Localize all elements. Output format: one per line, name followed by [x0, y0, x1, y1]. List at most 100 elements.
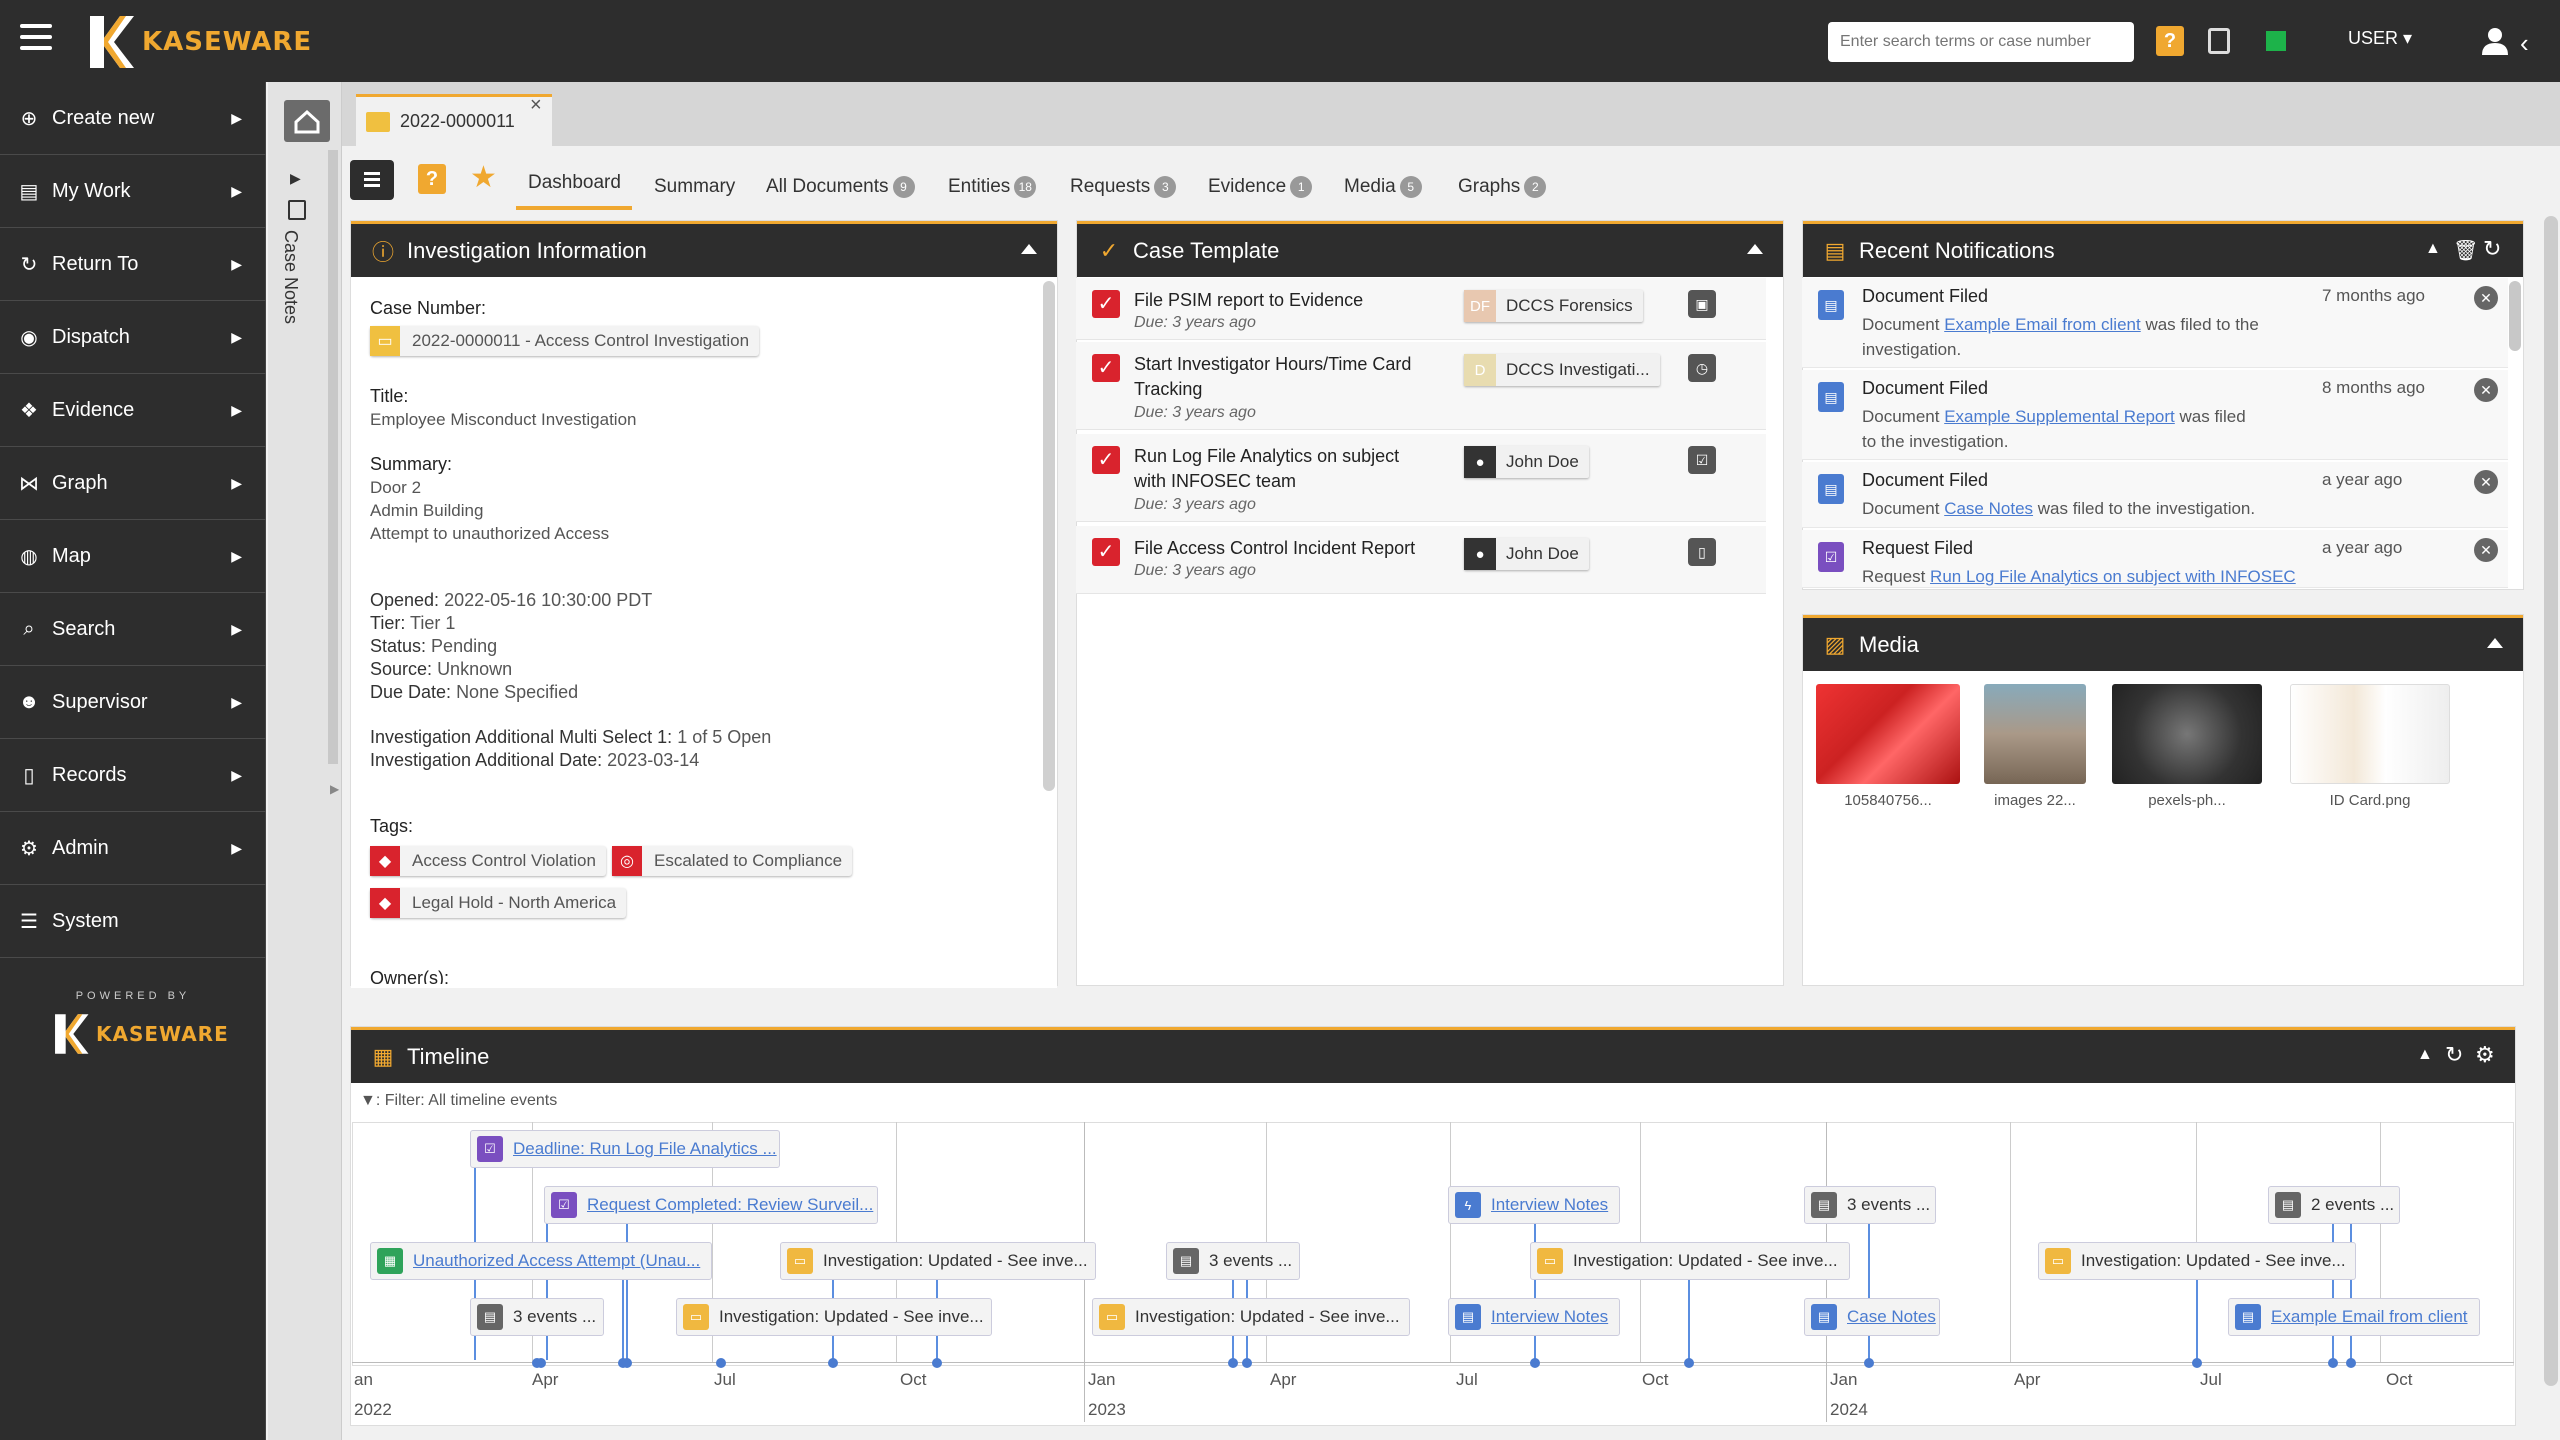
collapse-icon[interactable]	[1747, 244, 1763, 254]
timeline-event[interactable]: ☑ Request Completed: Review Surveil...	[544, 1186, 878, 1224]
refresh-icon[interactable]: ↻	[2445, 1042, 2463, 1068]
checkbox-checked-icon[interactable]: ✓	[1092, 290, 1120, 318]
tab-entities[interactable]: Entities 18	[948, 176, 1037, 198]
collapse-icon[interactable]: ▲	[2425, 240, 2441, 258]
sidebar-item-records[interactable]: ▯ Records ▶	[0, 739, 266, 812]
sidebar-item-system[interactable]: ☰ System	[0, 885, 266, 958]
home-tab[interactable]	[284, 100, 330, 142]
media-thumbnail[interactable]	[1816, 684, 1960, 784]
tab-media[interactable]: Media 5	[1344, 176, 1422, 198]
notification-item[interactable]: ☑ Request Filed Request Run Log File Ana…	[1802, 530, 2508, 588]
drag-handle-icon[interactable]: ▶	[330, 782, 339, 796]
timeline-event[interactable]: ▭ Investigation: Updated - See inve...	[676, 1298, 992, 1336]
hamburger-menu-icon[interactable]	[20, 24, 52, 56]
trash-icon[interactable]: 🗑	[2453, 238, 2478, 263]
event-marker[interactable]	[622, 1358, 632, 1368]
template-task-row[interactable]: ✓ Start Investigator Hours/Time Card Tra…	[1076, 342, 1766, 430]
notification-item[interactable]: ▤ Document Filed Document Example Supple…	[1802, 370, 2508, 460]
timeline-event[interactable]: ▭ Investigation: Updated - See inve...	[1530, 1242, 1850, 1280]
user-menu[interactable]: USER ▾	[2348, 28, 2412, 49]
evidence-icon[interactable]: ▣	[1688, 290, 1716, 318]
timeline-event[interactable]: ▭ Investigation: Updated - See inve...	[2038, 1242, 2356, 1280]
page-scrollbar[interactable]	[2544, 216, 2558, 1386]
sidebar-item-create-new[interactable]: ⊕ Create new ▶	[0, 82, 266, 155]
collapse-icon[interactable]	[2487, 638, 2503, 648]
template-task-row[interactable]: ✓ File Access Control Incident Report Du…	[1076, 526, 1766, 594]
scrollbar[interactable]	[2509, 281, 2521, 351]
assignee-chip[interactable]: ● John Doe	[1464, 446, 1589, 478]
tab-requests[interactable]: Requests 3	[1070, 176, 1177, 198]
case-tab[interactable]: 2022-0000011	[356, 94, 552, 146]
clock-icon[interactable]: ◷	[1688, 354, 1716, 382]
dismiss-icon[interactable]: ✕	[2474, 538, 2498, 562]
case-notes-label[interactable]: Case Notes	[280, 230, 301, 324]
search-input[interactable]	[1828, 22, 2134, 62]
media-thumbnail[interactable]	[2112, 684, 2262, 784]
gear-icon[interactable]: ⚙	[2475, 1042, 2495, 1068]
checkbox-checked-icon[interactable]: ✓	[1092, 354, 1120, 382]
tab-summary[interactable]: Summary	[654, 176, 735, 198]
checkbox-icon[interactable]: ☑	[1688, 446, 1716, 474]
sidebar-item-admin[interactable]: ⚙ Admin ▶	[0, 812, 266, 885]
sidebar-item-evidence[interactable]: ❖ Evidence ▶	[0, 374, 266, 447]
timeline-event-group[interactable]: ▤ 3 events ...	[1166, 1242, 1300, 1280]
notes-scrollbar[interactable]	[328, 150, 338, 764]
kaseware-logo[interactable]: KASEWARE	[86, 14, 312, 70]
help-icon[interactable]: ?	[418, 164, 446, 194]
menu-button[interactable]	[350, 160, 394, 200]
timeline-event[interactable]: ▤ Case Notes	[1804, 1298, 1940, 1336]
dismiss-icon[interactable]: ✕	[2474, 286, 2498, 310]
close-icon[interactable]: ×	[530, 94, 542, 117]
document-link[interactable]: Example Email from client	[1944, 315, 2141, 334]
event-marker[interactable]	[2346, 1358, 2356, 1368]
tab-dashboard[interactable]: Dashboard	[528, 172, 621, 194]
event-marker[interactable]	[1228, 1358, 1238, 1368]
assignee-chip[interactable]: ● John Doe	[1464, 538, 1589, 570]
sidebar-item-return-to[interactable]: ↻ Return To ▶	[0, 228, 266, 301]
timeline-event[interactable]: ▭ Investigation: Updated - See inve...	[780, 1242, 1096, 1280]
assignee-chip[interactable]: D DCCS Investigati...	[1464, 354, 1660, 386]
checkbox-checked-icon[interactable]: ✓	[1092, 446, 1120, 474]
chevron-left-icon[interactable]: ‹	[2520, 28, 2529, 59]
user-icon[interactable]	[2480, 26, 2510, 56]
timeline-event-group[interactable]: ▤ 3 events ...	[470, 1298, 604, 1336]
dismiss-icon[interactable]: ✕	[2474, 378, 2498, 402]
event-marker[interactable]	[536, 1358, 546, 1368]
document-link[interactable]: Case Notes	[1944, 499, 2033, 518]
expand-caret-icon[interactable]: ▶	[290, 170, 301, 187]
case-number-chip[interactable]: ▭ 2022-0000011 - Access Control Investiga…	[370, 326, 760, 356]
tag-chip[interactable]: ◆ Access Control Violation	[370, 846, 606, 876]
timeline-event[interactable]: ▤ Interview Notes	[1448, 1298, 1620, 1336]
tag-chip[interactable]: ◆ Legal Hold - North America	[370, 888, 627, 918]
tag-chip[interactable]: ◎ Escalated to Compliance	[612, 846, 853, 876]
event-marker[interactable]	[2192, 1358, 2202, 1368]
tab-graphs[interactable]: Graphs 2	[1458, 176, 1547, 198]
event-marker[interactable]	[1684, 1358, 1694, 1368]
timeline-event[interactable]: ▭ Investigation: Updated - See inve...	[1092, 1298, 1410, 1336]
event-marker[interactable]	[1864, 1358, 1874, 1368]
refresh-icon[interactable]: ↻	[2483, 236, 2501, 262]
media-thumbnail[interactable]	[2290, 684, 2450, 784]
sidebar-item-map[interactable]: ◍ Map ▶	[0, 520, 266, 593]
timeline-filter[interactable]: ▼: Filter: All timeline events	[360, 1092, 557, 1110]
timeline-event-group[interactable]: ▤ 3 events ...	[1804, 1186, 1936, 1224]
media-thumbnail[interactable]	[1984, 684, 2086, 784]
event-marker[interactable]	[1242, 1358, 1252, 1368]
star-icon[interactable]: ★	[470, 160, 497, 195]
tab-all-documents[interactable]: All Documents 9	[766, 176, 915, 198]
timeline-event[interactable]: ϟ Interview Notes	[1448, 1186, 1620, 1224]
timeline-event[interactable]: ▦ Unauthorized Access Attempt (Unau...	[370, 1242, 712, 1280]
event-marker[interactable]	[932, 1358, 942, 1368]
template-task-row[interactable]: ✓ Run Log File Analytics on subject with…	[1076, 434, 1766, 522]
collapse-icon[interactable]: ▲	[2417, 1046, 2433, 1064]
notification-item[interactable]: ▤ Document Filed Document Case Notes was…	[1802, 462, 2508, 528]
door-icon[interactable]: ▯	[1688, 538, 1716, 566]
timeline-event[interactable]: ▤ Example Email from client	[2228, 1298, 2480, 1336]
assignee-chip[interactable]: DF DCCS Forensics	[1464, 290, 1643, 322]
sidebar-item-dispatch[interactable]: ◉ Dispatch ▶	[0, 301, 266, 374]
template-task-row[interactable]: ✓ File PSIM report to Evidence Due: 3 ye…	[1076, 278, 1766, 340]
help-icon[interactable]: ?	[2156, 26, 2184, 56]
event-marker[interactable]	[1530, 1358, 1540, 1368]
timeline-event-group[interactable]: ▤ 2 events ...	[2268, 1186, 2400, 1224]
request-link[interactable]: Run Log File Analytics on subject with I…	[1930, 567, 2296, 586]
